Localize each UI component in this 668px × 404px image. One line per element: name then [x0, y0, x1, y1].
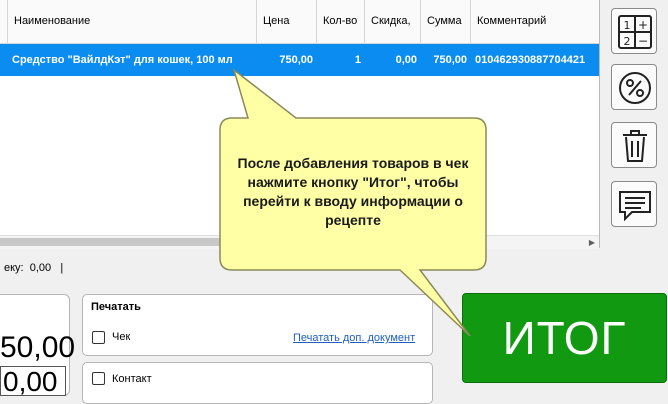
comment-icon — [619, 191, 651, 222]
cell-comment: 010462930887704421 — [475, 54, 586, 66]
column-qty[interactable]: Кол-во — [317, 0, 365, 43]
status-label: еку: — [4, 262, 24, 274]
column-sum[interactable]: Сумма — [421, 0, 471, 43]
row-indicator-header — [0, 0, 8, 43]
cell-sum: 750,00 — [433, 54, 467, 66]
calculator-button[interactable]: 1 + 2 − — [611, 8, 657, 54]
scrollbar-thumb[interactable] — [0, 238, 220, 246]
contact-label: Контакт — [112, 373, 152, 385]
status-bar: еку: 0,00 | — [0, 249, 603, 289]
svg-text:1: 1 — [624, 19, 631, 32]
comment-button[interactable] — [611, 181, 657, 227]
check-checkbox[interactable] — [92, 331, 105, 344]
discount-button[interactable] — [611, 64, 657, 110]
table-header: Наименование Цена Кол-во Скидка, Сумма К… — [0, 0, 599, 44]
column-name[interactable]: Наименование — [8, 0, 257, 43]
check-label: Чек — [112, 331, 131, 343]
status-separator: | — [60, 262, 64, 274]
total-amount: 50,00 — [0, 331, 76, 364]
print-panel-title: Печатать — [91, 301, 141, 313]
column-comment[interactable]: Комментарий — [471, 0, 599, 43]
horizontal-scrollbar[interactable]: ▶ — [0, 235, 599, 249]
cell-price: 750,00 — [279, 54, 313, 66]
cell-discount: 0,00 — [395, 54, 417, 66]
calculator-icon: 1 + 2 − — [618, 15, 652, 49]
scroll-right-icon[interactable]: ▶ — [585, 236, 599, 249]
payment-input[interactable]: 0,00 — [0, 366, 66, 397]
svg-text:+: + — [638, 18, 648, 32]
contact-panel: Контакт — [82, 362, 433, 404]
contact-checkbox[interactable] — [92, 372, 105, 385]
cell-name: Средство "ВайлдКэт" для кошек, 100 мл — [12, 54, 233, 66]
column-price[interactable]: Цена — [257, 0, 317, 43]
cell-qty: 1 — [354, 54, 361, 66]
status-value: 0,00 — [29, 262, 52, 274]
print-extra-doc-link[interactable]: Печатать доп. документ — [293, 332, 415, 344]
column-discount[interactable]: Скидка, — [365, 0, 421, 43]
print-panel: Печатать Чек Печатать доп. документ — [82, 294, 433, 356]
itog-button[interactable]: ИТОГ — [462, 293, 667, 383]
svg-text:−: − — [638, 34, 648, 48]
trash-icon — [623, 130, 647, 162]
table-row[interactable]: Средство "ВайлдКэт" для кошек, 100 мл 75… — [0, 44, 599, 76]
delete-button[interactable] — [611, 122, 657, 168]
percent-icon — [619, 72, 651, 104]
svg-text:2: 2 — [624, 35, 631, 48]
items-table[interactable]: Наименование Цена Кол-во Скидка, Сумма К… — [0, 0, 600, 249]
